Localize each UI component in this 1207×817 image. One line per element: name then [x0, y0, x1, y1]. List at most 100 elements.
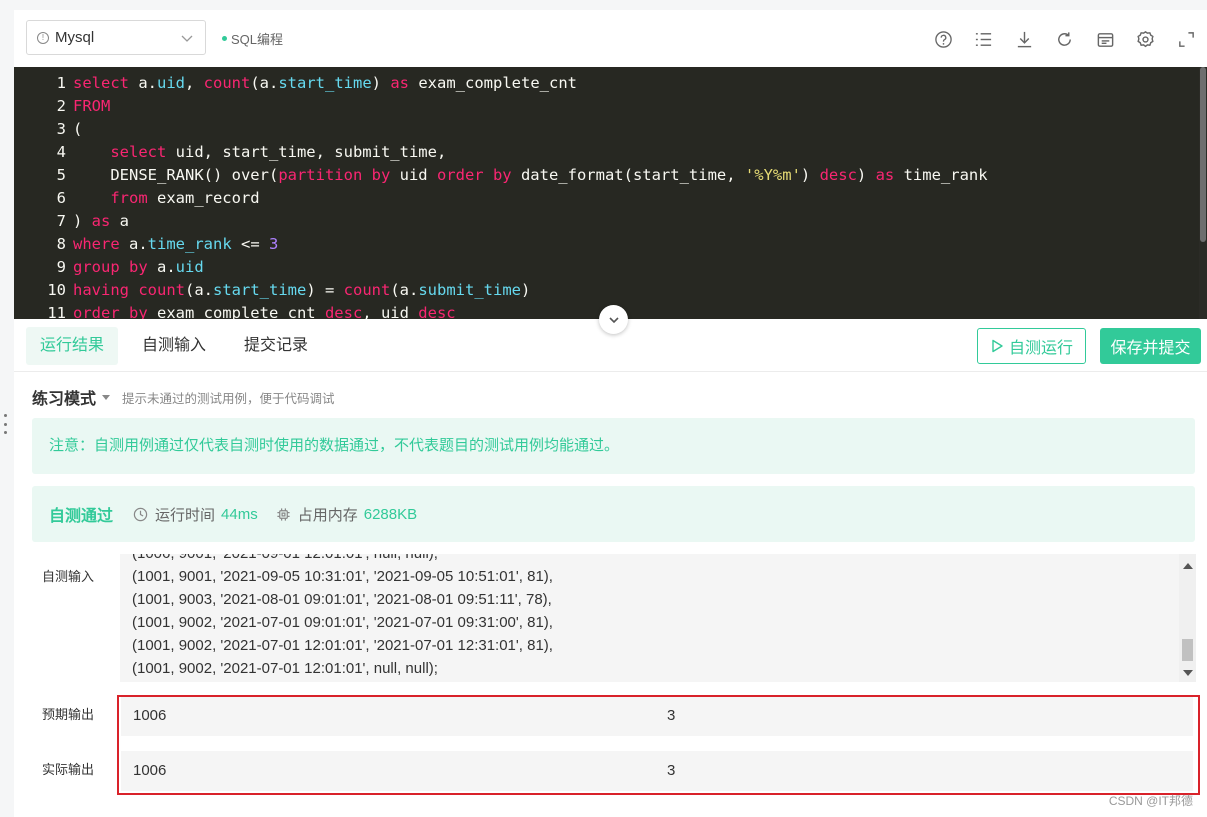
selftest-input-box[interactable]: (1006, 9001, '2021-09-01 12:01:01', null…	[120, 554, 1196, 682]
memory-value: 6288KB	[363, 505, 418, 523]
code-line: 9 group by a.uid	[14, 256, 204, 279]
input-line: (1001, 9002, '2021-07-01 12:01:01', null…	[132, 660, 438, 677]
input-line: (1001, 9003, '2021-08-01 09:01:01', '202…	[132, 591, 552, 608]
clock-icon	[133, 507, 148, 521]
code-line: 7) as a	[14, 210, 129, 233]
result-tabs: 运行结果 自测输入 提交记录	[26, 327, 332, 365]
code-token: uid	[390, 166, 437, 184]
refresh-icon	[1058, 31, 1071, 46]
code-token: as	[390, 74, 410, 92]
code-line: 6 from exam_record	[14, 187, 260, 210]
help-button[interactable]	[930, 26, 956, 52]
memory-metric: 占用内存 6288KB	[276, 504, 417, 525]
drag-dot	[4, 422, 7, 426]
line-number: 1	[56, 74, 66, 92]
line-number: 7	[56, 212, 66, 230]
code-token: uid, start_time, submit_time,	[166, 143, 447, 161]
status-result: 自测通过	[49, 508, 114, 525]
practice-mode-label: 练习模式	[32, 391, 97, 408]
code-line: 2 FROM	[14, 95, 111, 118]
code-token: (a.	[390, 281, 419, 299]
tab-submit-history[interactable]: 提交记录	[230, 327, 322, 365]
list-button[interactable]	[971, 26, 997, 52]
selftest-run-button[interactable]: 自测运行	[977, 328, 1086, 364]
code-token: having	[73, 281, 129, 299]
code-line: 4 select uid, start_time, submit_time,	[14, 141, 447, 164]
caret-down-icon[interactable]	[102, 394, 111, 400]
settings-button[interactable]	[1133, 26, 1159, 52]
line-number: 11	[47, 304, 66, 319]
code-line: 11 order by exam_complete_cnt desc, uid d…	[14, 302, 456, 319]
status-box: 自测通过 运行时间 44ms 占用内存 6288KB	[32, 486, 1195, 542]
download-button[interactable]	[1011, 26, 1037, 52]
code-token: (a.	[250, 74, 279, 92]
code-token: desc	[418, 304, 456, 319]
line-number: 10	[47, 281, 66, 299]
editor-toolbar: ! Mysql SQL编程	[14, 10, 1207, 67]
line-number: 2	[56, 97, 66, 115]
code-token: )	[856, 166, 876, 184]
code-token: , uid	[362, 304, 419, 319]
code-token: count	[343, 281, 391, 299]
tab-run-result[interactable]: 运行结果	[26, 327, 119, 365]
code-line: 5 DENSE_RANK() over(partition by uid ord…	[14, 164, 988, 187]
code-token: )	[521, 281, 531, 299]
code-token: )	[371, 74, 391, 92]
calendar-icon	[1097, 32, 1113, 47]
collapse-editor-button[interactable]	[599, 305, 628, 334]
code-token: '%Y%m'	[744, 166, 801, 184]
drag-handle[interactable]	[4, 414, 8, 434]
code-token: time_rank	[147, 235, 232, 253]
save-submit-button[interactable]: 保存并提交	[1100, 328, 1201, 364]
code-token: ,	[185, 74, 204, 92]
code-token: count	[203, 74, 251, 92]
code-token: select	[73, 74, 129, 92]
selftest-input-label: 自测输入	[42, 569, 95, 584]
drag-dot	[4, 431, 7, 434]
line-number: 5	[56, 166, 66, 184]
code-token: date_format(start_time,	[511, 166, 745, 184]
code-line: 1 select a.uid, count(a.start_time) as ex…	[14, 72, 577, 95]
code-line: 10 having count(a.start_time) = count(a.s…	[14, 279, 530, 302]
notice-banner: 注意：自测用例通过仅代表自测时使用的数据通过，不代表题目的测试用例均能通过。	[32, 418, 1195, 474]
code-token: (	[73, 120, 83, 138]
code-token: uid	[175, 258, 204, 276]
calendar-button[interactable]	[1092, 26, 1118, 52]
code-line: 3(	[14, 118, 83, 141]
scroll-up-icon[interactable]	[1183, 563, 1193, 569]
chip-icon	[277, 507, 290, 521]
refresh-button[interactable]	[1052, 26, 1078, 52]
editor-scrollbar-thumb[interactable]	[1200, 67, 1206, 242]
language-value: Mysql	[55, 29, 95, 46]
code-token: uid	[157, 74, 185, 92]
input-line: (1001, 9002, '2021-07-01 12:01:01', '202…	[132, 637, 553, 654]
result-panel: 运行结果 自测输入 提交记录 自测运行 保存并提交 练习模式 提示未通过的测试用…	[14, 319, 1207, 817]
mode-dot	[222, 36, 227, 41]
scroll-down-icon[interactable]	[1183, 670, 1193, 676]
code-token: <=	[231, 235, 269, 253]
tab-selftest-input[interactable]: 自测输入	[128, 327, 220, 365]
input-scrollbar[interactable]	[1179, 554, 1196, 682]
code-token: count	[138, 281, 186, 299]
code-token: exam_complete_cnt	[409, 74, 577, 92]
fullscreen-button[interactable]	[1173, 26, 1199, 52]
fullscreen-icon	[1178, 31, 1194, 47]
code-token: as	[91, 212, 111, 230]
editor-scrollbar[interactable]	[1199, 67, 1207, 319]
code-token: group by	[73, 258, 148, 276]
input-scrollbar-thumb[interactable]	[1182, 639, 1193, 661]
language-select[interactable]: ! Mysql	[26, 20, 206, 55]
mode-label: SQL编程	[231, 32, 284, 47]
code-editor[interactable]: 1 select a.uid, count(a.start_time) as ex…	[14, 67, 1207, 319]
expected-output-label: 预期输出	[42, 707, 95, 722]
code-token: )	[73, 212, 92, 230]
watermark: CSDN @IT邦德	[1108, 794, 1193, 808]
code-token: exam_record	[147, 189, 260, 207]
code-token: start_time	[213, 281, 307, 299]
memory-label: 占用内存	[297, 506, 358, 524]
info-icon: !	[37, 31, 49, 44]
practice-mode: 练习模式 提示未通过的测试用例，便于代码调试	[32, 385, 335, 409]
runtime-label: 运行时间	[155, 506, 216, 524]
selftest-run-label: 自测运行	[1008, 340, 1073, 357]
code-token: a.	[119, 235, 148, 253]
